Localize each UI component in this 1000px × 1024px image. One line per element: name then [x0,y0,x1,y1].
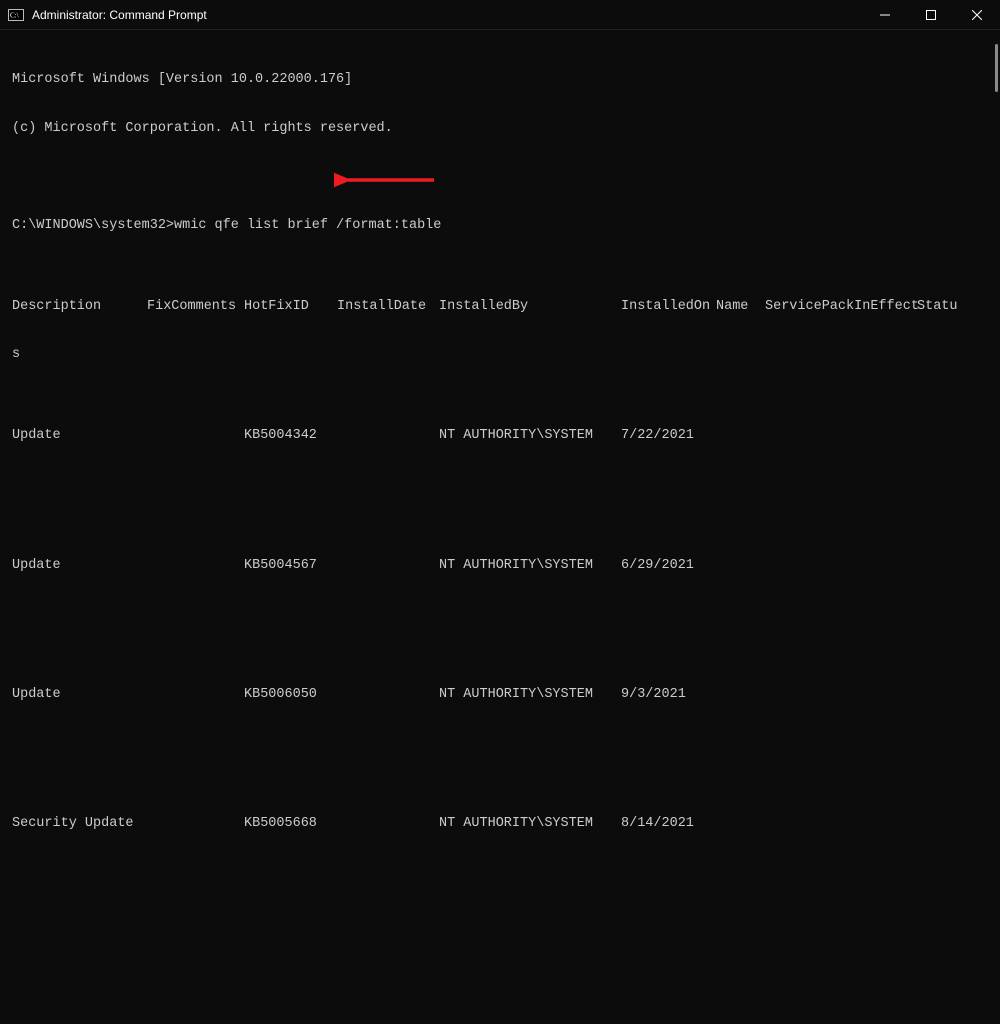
col-installdate: InstallDate [337,299,439,315]
cell-description: Update [12,687,147,703]
col-installedon: InstalledOn [621,299,716,315]
header-wrap-status: s [12,347,988,363]
prompt-line-1: C:\WINDOWS\system32>wmic qfe list brief … [12,218,988,234]
cell-installedon: 8/14/2021 [621,816,716,832]
col-name: Name [716,299,765,315]
cell-description: Update [12,428,147,444]
table-row: Security Update KB5005668 NT AUTHORITY\S… [12,816,988,832]
table-row: Update KB5004342 NT AUTHORITY\SYSTEM 7/2… [12,428,988,444]
cmd-icon: C:\ [8,8,24,22]
titlebar: C:\ Administrator: Command Prompt [0,0,1000,30]
col-hotfixid: HotFixID [244,299,337,315]
minimize-button[interactable] [862,0,908,30]
cell-installedby: NT AUTHORITY\SYSTEM [439,687,621,703]
cell-description: Security Update [12,816,244,832]
prompt-path: C:\WINDOWS\system32> [12,218,174,233]
cell-installedon: 6/29/2021 [621,558,716,574]
window-title: Administrator: Command Prompt [32,8,862,22]
col-spineffect: ServicePackInEffect [765,299,917,315]
cell-hotfixid: KB5004567 [244,558,337,574]
table-header-row: Description FixComments HotFixID Install… [12,299,988,315]
cell-installedon: 9/3/2021 [621,687,716,703]
col-status: Statu [917,299,958,315]
cell-description: Update [12,558,147,574]
col-fixcomments: FixComments [147,299,244,315]
cell-installedon: 7/22/2021 [621,428,716,444]
col-installedby: InstalledBy [439,299,621,315]
cell-hotfixid: KB5004342 [244,428,337,444]
cell-hotfixid: KB5006050 [244,687,337,703]
banner-version: Microsoft Windows [Version 10.0.22000.17… [12,72,988,88]
cell-installedby: NT AUTHORITY\SYSTEM [439,428,621,444]
maximize-button[interactable] [908,0,954,30]
prompt-command: wmic qfe list brief /format:table [174,218,441,233]
scrollbar-track[interactable] [986,30,1000,512]
cell-installedby: NT AUTHORITY\SYSTEM [439,816,621,832]
cell-installedby: NT AUTHORITY\SYSTEM [439,558,621,574]
col-description: Description [12,299,147,315]
table-row: Update KB5006050 NT AUTHORITY\SYSTEM 9/3… [12,687,988,703]
window-controls [862,0,1000,29]
scrollbar-thumb[interactable] [995,44,998,92]
terminal-output[interactable]: Microsoft Windows [Version 10.0.22000.17… [0,30,1000,1024]
banner-copyright: (c) Microsoft Corporation. All rights re… [12,121,988,137]
close-button[interactable] [954,0,1000,30]
table-row: Update KB5004567 NT AUTHORITY\SYSTEM 6/2… [12,558,988,574]
svg-text:C:\: C:\ [10,11,19,19]
cell-hotfixid: KB5005668 [244,816,337,832]
